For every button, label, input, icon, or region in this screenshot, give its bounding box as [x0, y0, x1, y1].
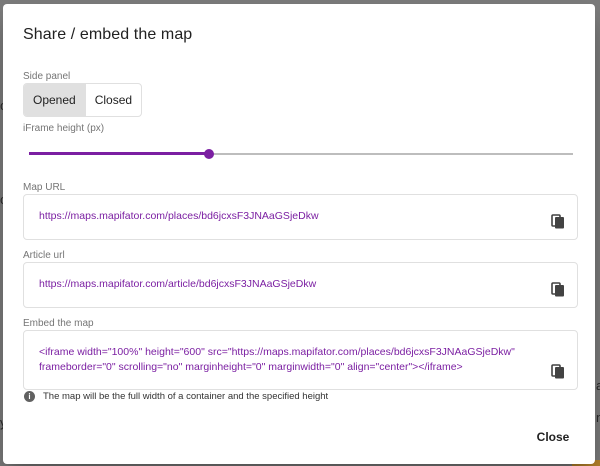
background-text-fragment: n	[596, 410, 600, 425]
background-text-fragment: a	[596, 378, 600, 393]
info-note-text: The map will be the full width of a cont…	[43, 391, 329, 402]
info-icon: i	[24, 391, 35, 402]
slider-fill	[29, 152, 209, 155]
map-url-field[interactable]: https://maps.mapifator.com/places/bd6jcx…	[23, 194, 578, 240]
embed-map-label: Embed the map	[23, 318, 94, 329]
side-panel-opened-button[interactable]: Opened	[24, 84, 85, 116]
article-url-field[interactable]: https://maps.mapifator.com/article/bd6jc…	[23, 262, 578, 308]
copy-article-url-button[interactable]	[549, 280, 567, 298]
copy-map-url-button[interactable]	[549, 212, 567, 230]
copy-icon	[551, 214, 564, 229]
close-button[interactable]: Close	[525, 426, 581, 448]
side-panel-label: Side panel	[23, 71, 71, 82]
embed-code-field[interactable]: <iframe width="100%" height="600" src="h…	[23, 330, 578, 390]
side-panel-closed-button[interactable]: Closed	[84, 84, 141, 116]
copy-icon	[551, 282, 564, 297]
article-url-label: Article url	[23, 250, 65, 261]
share-embed-dialog: Share / embed the map Side panel Opened …	[3, 4, 595, 464]
map-url-label: Map URL	[23, 182, 66, 193]
iframe-height-slider[interactable]	[29, 144, 573, 164]
iframe-height-label: iFrame height (px)	[23, 123, 105, 134]
dialog-title: Share / embed the map	[23, 26, 193, 43]
copy-icon	[551, 364, 564, 379]
map-url-value[interactable]: https://maps.mapifator.com/places/bd6jcx…	[39, 209, 532, 224]
article-url-value[interactable]: https://maps.mapifator.com/article/bd6jc…	[39, 277, 532, 292]
side-panel-toggle: Opened Closed	[23, 83, 143, 117]
embed-code-value[interactable]: <iframe width="100%" height="600" src="h…	[39, 345, 532, 375]
info-note: i The map will be the full width of a co…	[24, 391, 328, 402]
slider-thumb[interactable]	[203, 149, 214, 159]
copy-embed-code-button[interactable]	[549, 362, 567, 380]
